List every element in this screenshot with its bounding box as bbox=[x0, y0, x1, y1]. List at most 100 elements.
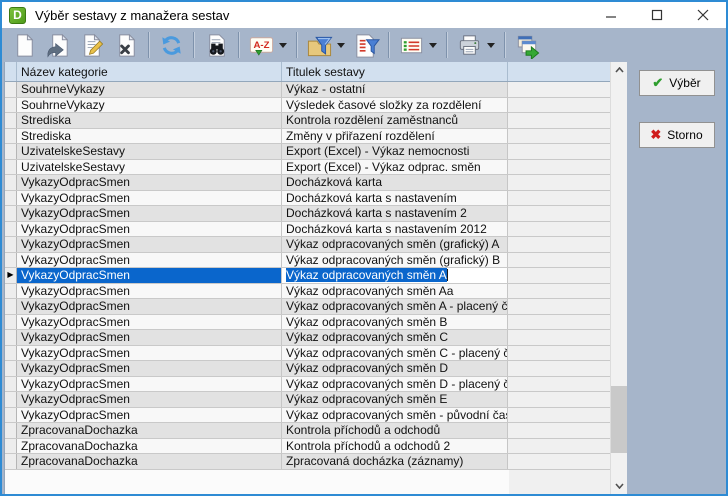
filter-settings-button[interactable] bbox=[352, 31, 380, 59]
category-cell[interactable]: SouhrneVykazy bbox=[17, 82, 282, 97]
table-row[interactable]: VykazyOdpracSmenVýkaz odpracovaných směn… bbox=[5, 377, 610, 393]
columns-dropdown-caret[interactable] bbox=[429, 43, 437, 52]
category-cell[interactable]: VykazyOdpracSmen bbox=[17, 330, 282, 345]
table-row[interactable]: VykazyOdpracSmenDocházková karta s nasta… bbox=[5, 222, 610, 238]
title-cell[interactable]: Výkaz odpracovaných směn A - placený čas bbox=[282, 299, 508, 314]
edit-report-button[interactable] bbox=[78, 31, 106, 59]
title-cell[interactable]: Výsledek časové složky za rozdělení bbox=[282, 98, 508, 113]
category-cell[interactable]: Strediska bbox=[17, 113, 282, 128]
title-cell[interactable]: Export (Excel) - Výkaz nemocnosti bbox=[282, 144, 508, 159]
minimize-button[interactable] bbox=[588, 2, 634, 28]
table-row[interactable]: VykazyOdpracSmenDocházková karta s nasta… bbox=[5, 191, 610, 207]
select-button[interactable]: ✔ Výběr bbox=[639, 70, 715, 96]
inline-editor-selected-text[interactable]: Výkaz odpracovaných směn A bbox=[286, 268, 447, 282]
table-row[interactable]: VykazyOdpracSmenVýkaz odpracovaných směn… bbox=[5, 361, 610, 377]
table-row[interactable]: VykazyOdpracSmenVýkaz odpracovaných směn… bbox=[5, 315, 610, 331]
copy-report-button[interactable] bbox=[44, 31, 72, 59]
category-cell[interactable]: Strediska bbox=[17, 129, 282, 144]
category-cell[interactable]: VykazyOdpracSmen bbox=[17, 284, 282, 299]
table-row[interactable]: ZpracovanaDochazkaKontrola příchodů a od… bbox=[5, 423, 610, 439]
title-cell[interactable]: Výkaz odpracovaných směn B bbox=[282, 315, 508, 330]
category-cell[interactable]: VykazyOdpracSmen bbox=[17, 299, 282, 314]
category-cell[interactable]: VykazyOdpracSmen bbox=[17, 175, 282, 190]
table-row[interactable]: UzivatelskeSestavyExport (Excel) - Výkaz… bbox=[5, 160, 610, 176]
title-cell[interactable]: Docházková karta s nastavením 2012 bbox=[282, 222, 508, 237]
title-cell[interactable]: Docházková karta s nastavením 2 bbox=[282, 206, 508, 221]
table-row[interactable]: ZpracovanaDochazkaZpracovaná docházka (z… bbox=[5, 454, 610, 470]
category-cell[interactable]: VykazyOdpracSmen bbox=[17, 206, 282, 221]
title-cell[interactable]: Výkaz odpracovaných směn D - placený čas bbox=[282, 377, 508, 392]
category-cell[interactable]: ZpracovanaDochazka bbox=[17, 439, 282, 454]
category-cell[interactable]: ZpracovanaDochazka bbox=[17, 423, 282, 438]
table-row[interactable]: VykazyOdpracSmenVýkaz odpracovaných směn… bbox=[5, 237, 610, 253]
table-row[interactable]: VykazyOdpracSmenVýkaz odpracovaných směn… bbox=[5, 408, 610, 424]
scroll-down-button[interactable] bbox=[611, 478, 627, 494]
table-row[interactable]: VykazyOdpracSmenVýkaz odpracovaných směn… bbox=[5, 392, 610, 408]
table-row[interactable]: VykazyOdpracSmenVýkaz odpracovaných směn… bbox=[5, 253, 610, 269]
title-cell[interactable]: Kontrola rozdělení zaměstnanců bbox=[282, 113, 508, 128]
filter-dropdown-caret[interactable] bbox=[337, 43, 345, 52]
table-row[interactable]: VykazyOdpracSmenDocházková karta bbox=[5, 175, 610, 191]
table-row[interactable]: SouhrneVykazyVýsledek časové složky za r… bbox=[5, 98, 610, 114]
category-cell[interactable]: VykazyOdpracSmen bbox=[17, 222, 282, 237]
filter-button[interactable] bbox=[305, 31, 333, 59]
table-row[interactable]: VykazyOdpracSmenVýkaz odpracovaných směn… bbox=[5, 299, 610, 315]
column-header-category[interactable]: Název kategorie bbox=[17, 62, 282, 81]
find-button[interactable] bbox=[202, 31, 230, 59]
open-report-manager-button[interactable] bbox=[513, 31, 541, 59]
category-cell[interactable]: VykazyOdpracSmen bbox=[17, 392, 282, 407]
table-row[interactable]: VykazyOdpracSmenVýkaz odpracovaných směn… bbox=[5, 346, 610, 362]
title-cell[interactable]: Zpracovaná docházka (záznamy) bbox=[282, 454, 508, 469]
table-row[interactable]: ▶VykazyOdpracSmenVýkaz odpracovaných smě… bbox=[5, 268, 610, 284]
title-cell[interactable]: Export (Excel) - Výkaz odprac. směn bbox=[282, 160, 508, 175]
table-row[interactable]: VykazyOdpracSmenVýkaz odpracovaných směn… bbox=[5, 284, 610, 300]
table-row[interactable]: StrediskaKontrola rozdělení zaměstnanců bbox=[5, 113, 610, 129]
table-row[interactable]: VykazyOdpracSmenDocházková karta s nasta… bbox=[5, 206, 610, 222]
sort-dropdown-caret[interactable] bbox=[279, 43, 287, 52]
title-cell[interactable]: Výkaz - ostatní bbox=[282, 82, 508, 97]
category-cell[interactable]: VykazyOdpracSmen bbox=[17, 377, 282, 392]
columns-button[interactable] bbox=[397, 31, 425, 59]
table-row[interactable]: VykazyOdpracSmenVýkaz odpracovaných směn… bbox=[5, 330, 610, 346]
category-cell[interactable]: UzivatelskeSestavy bbox=[17, 160, 282, 175]
table-row[interactable]: ZpracovanaDochazkaKontrola příchodů a od… bbox=[5, 439, 610, 455]
category-cell[interactable]: VykazyOdpracSmen bbox=[17, 191, 282, 206]
title-cell[interactable]: Docházková karta s nastavením bbox=[282, 191, 508, 206]
scrollbar-thumb[interactable] bbox=[611, 386, 627, 453]
column-header-title[interactable]: Titulek sestavy bbox=[282, 62, 508, 81]
close-button[interactable] bbox=[680, 2, 726, 28]
new-report-button[interactable] bbox=[10, 31, 38, 59]
scrollbar-track[interactable] bbox=[611, 78, 627, 478]
print-dropdown-caret[interactable] bbox=[487, 43, 495, 52]
title-cell[interactable]: Kontrola příchodů a odchodů 2 bbox=[282, 439, 508, 454]
scroll-up-button[interactable] bbox=[611, 62, 627, 78]
title-cell[interactable]: Docházková karta bbox=[282, 175, 508, 190]
title-cell[interactable]: Výkaz odpracovaných směn C - placený čas bbox=[282, 346, 508, 361]
title-cell[interactable]: Výkaz odpracovaných směn D bbox=[282, 361, 508, 376]
table-row[interactable]: SouhrneVykazyVýkaz - ostatní bbox=[5, 82, 610, 98]
vertical-scrollbar[interactable] bbox=[610, 62, 627, 494]
title-cell[interactable]: Výkaz odpracovaných směn (grafický) A bbox=[282, 237, 508, 252]
category-cell[interactable]: VykazyOdpracSmen bbox=[17, 361, 282, 376]
title-cell[interactable]: Výkaz odpracovaných směn C bbox=[282, 330, 508, 345]
cancel-button[interactable]: ✖ Storno bbox=[639, 122, 715, 148]
delete-report-button[interactable] bbox=[112, 31, 140, 59]
title-cell[interactable]: Výkaz odpracovaných směn A bbox=[282, 268, 508, 283]
title-cell[interactable]: Výkaz odpracovaných směn E bbox=[282, 392, 508, 407]
title-cell[interactable]: Změny v přiřazení rozdělení bbox=[282, 129, 508, 144]
table-row[interactable]: StrediskaZměny v přiřazení rozdělení bbox=[5, 129, 610, 145]
category-cell[interactable]: UzivatelskeSestavy bbox=[17, 144, 282, 159]
refresh-button[interactable] bbox=[157, 31, 185, 59]
print-button[interactable] bbox=[455, 31, 483, 59]
category-cell[interactable]: VykazyOdpracSmen bbox=[17, 346, 282, 361]
category-cell[interactable]: VykazyOdpracSmen bbox=[17, 237, 282, 252]
title-cell[interactable]: Výkaz odpracovaných směn - původní časy bbox=[282, 408, 508, 423]
title-cell[interactable]: Výkaz odpracovaných směn Aa bbox=[282, 284, 508, 299]
maximize-button[interactable] bbox=[634, 2, 680, 28]
category-cell[interactable]: VykazyOdpracSmen bbox=[17, 253, 282, 268]
table-row[interactable]: UzivatelskeSestavyExport (Excel) - Výkaz… bbox=[5, 144, 610, 160]
sort-button[interactable]: A-Z bbox=[247, 31, 275, 59]
category-cell[interactable]: SouhrneVykazy bbox=[17, 98, 282, 113]
title-cell[interactable]: Kontrola příchodů a odchodů bbox=[282, 423, 508, 438]
category-cell[interactable]: VykazyOdpracSmen bbox=[17, 315, 282, 330]
